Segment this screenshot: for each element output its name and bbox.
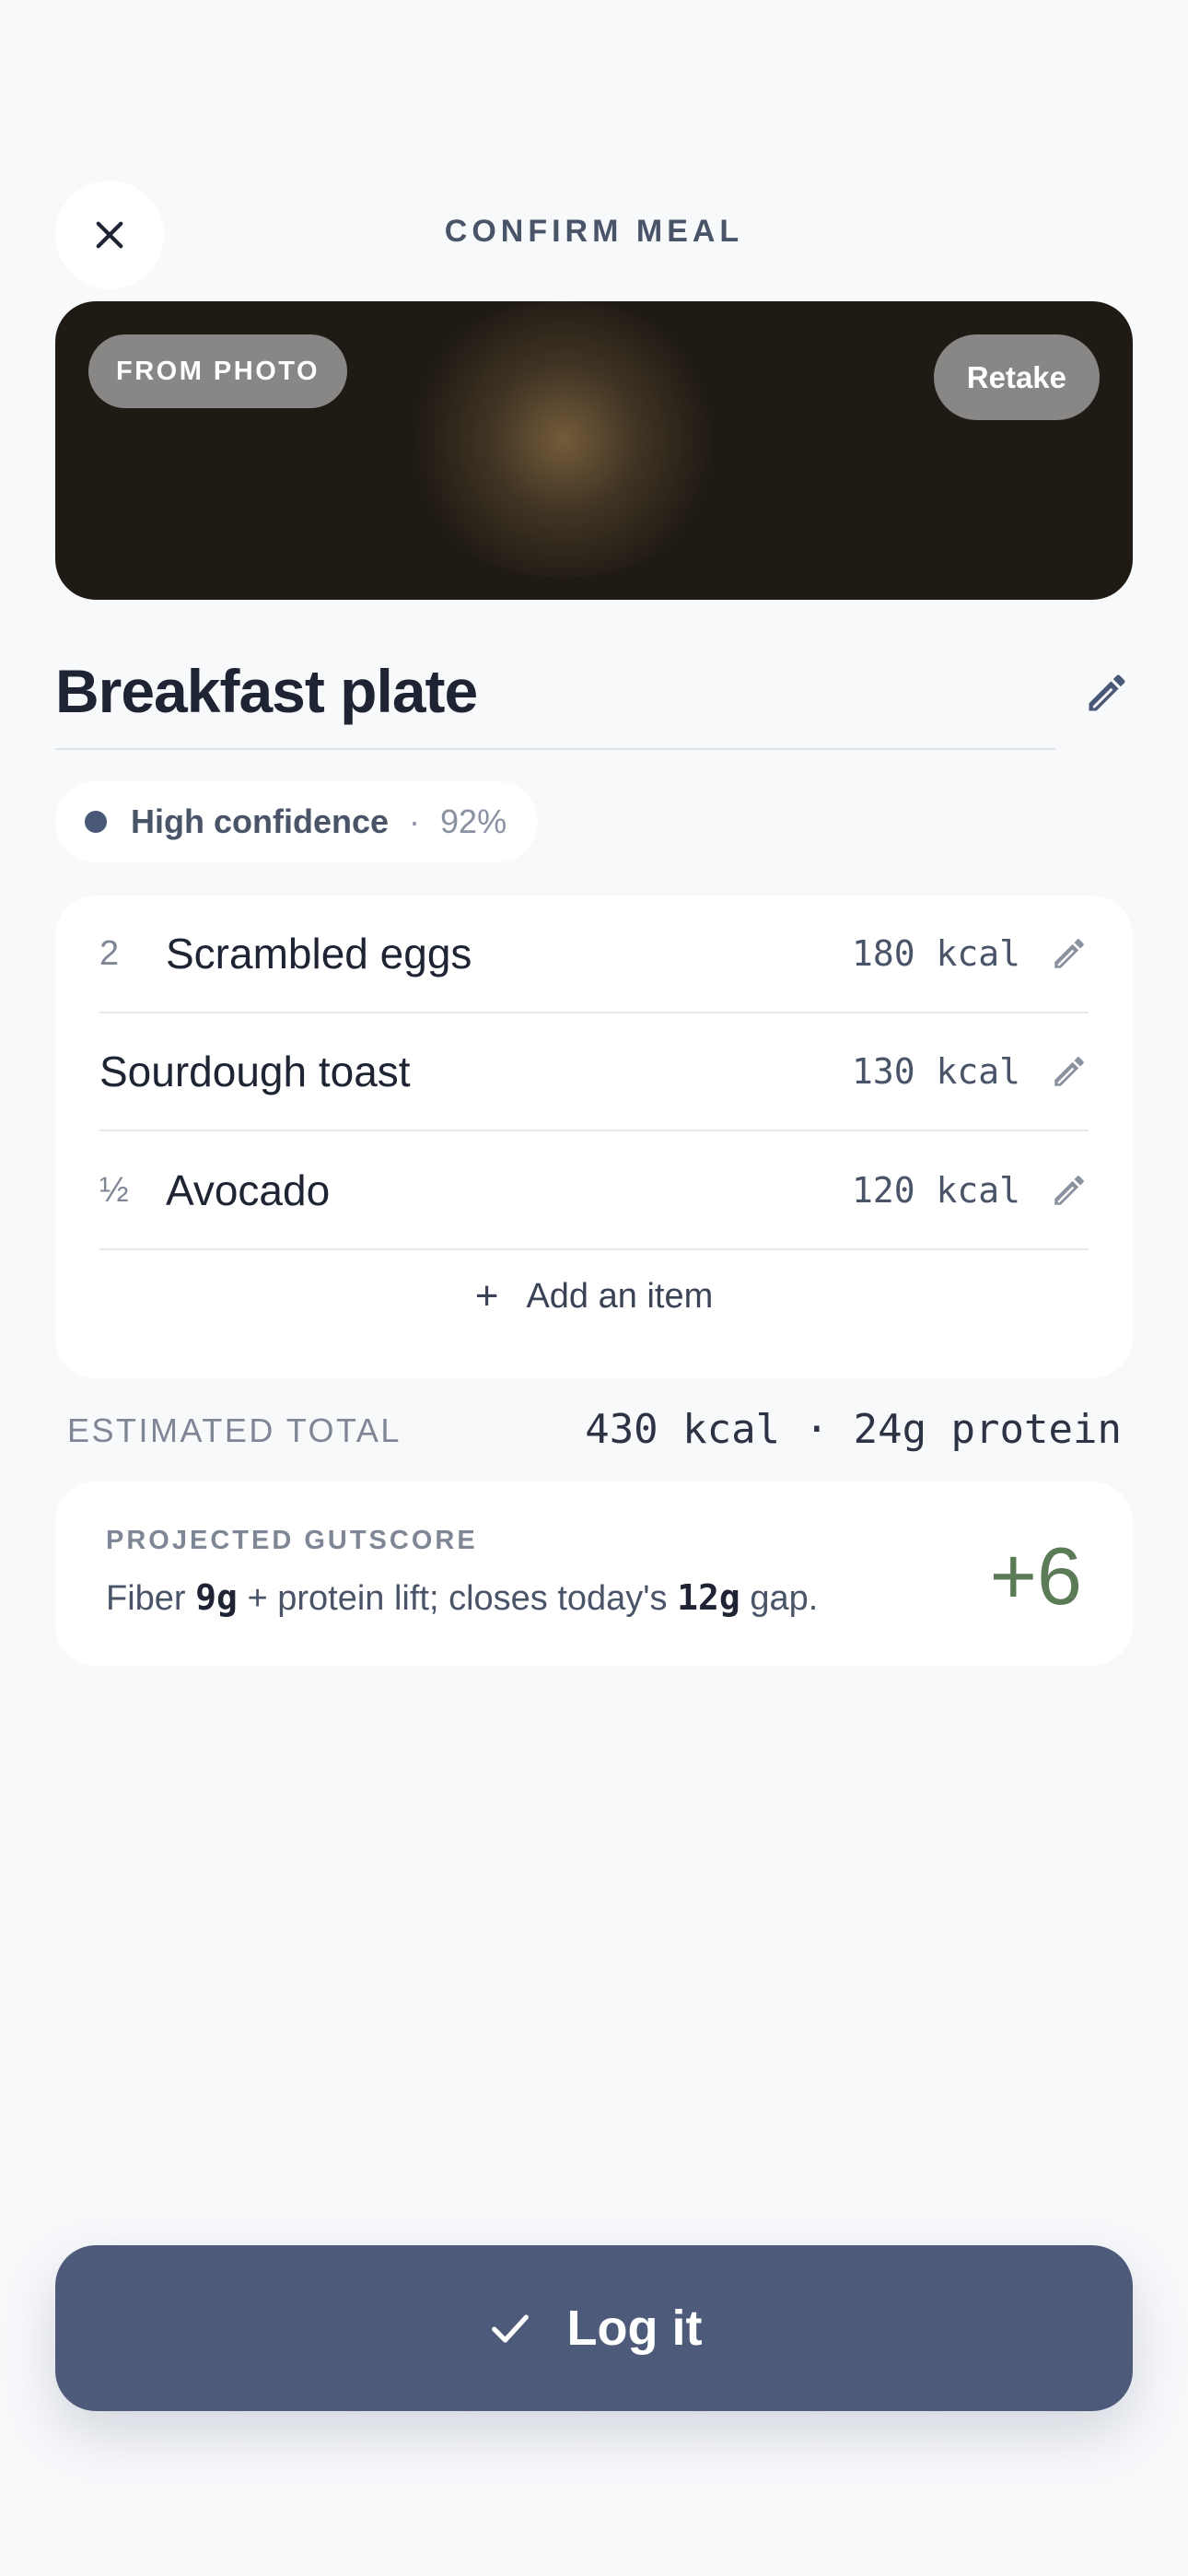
plus-icon: + (474, 1273, 499, 1318)
confidence-badge: High confidence · 92% (55, 781, 539, 862)
retake-button[interactable]: Retake (933, 334, 1100, 420)
pencil-icon[interactable] (1050, 1171, 1089, 1210)
checkmark-icon (491, 2314, 529, 2343)
confidence-percent: 92% (440, 802, 507, 840)
gutscore-value: +6 (989, 1530, 1082, 1622)
add-item-label: Add an item (526, 1276, 714, 1316)
gutscore-desc-text: gap. (740, 1579, 819, 1618)
meal-name-underline (55, 748, 1055, 750)
confidence-separator: · (409, 802, 421, 840)
list-item[interactable]: ½ Avocado 120 kcal (99, 1132, 1089, 1250)
pencil-icon[interactable] (1050, 934, 1089, 973)
meal-name-field[interactable]: Breakfast plate (55, 656, 478, 726)
item-kcal: 120 kcal (851, 1170, 1020, 1211)
list-item[interactable]: 2 Scrambled eggs 180 kcal (99, 896, 1089, 1013)
page-title: CONFIRM MEAL (444, 214, 744, 249)
gutscore-description: Fiber 9g + protein lift; closes today's … (106, 1577, 818, 1619)
item-name: Scrambled eggs (166, 930, 472, 978)
item-name: Avocado (166, 1166, 331, 1214)
item-quantity: ½ (99, 1170, 129, 1210)
pencil-icon[interactable] (1050, 1052, 1089, 1091)
photo-source-badge: FROM PHOTO (88, 334, 348, 408)
estimated-total-value: 430 kcal · 24g protein (585, 1406, 1122, 1453)
item-kcal: 130 kcal (851, 1051, 1020, 1092)
gutscore-desc-text: Fiber (106, 1579, 196, 1618)
photo-content (398, 301, 729, 578)
item-quantity: 2 (99, 933, 120, 973)
items-list: 2 Scrambled eggs 180 kcal Sourdough toas… (55, 896, 1133, 1378)
list-item[interactable]: Sourdough toast 130 kcal (99, 1013, 1089, 1131)
item-name: Sourdough toast (99, 1048, 411, 1095)
add-item-button[interactable]: + Add an item (55, 1250, 1133, 1342)
log-it-label: Log it (566, 2301, 703, 2356)
meal-photo: FROM PHOTO Retake (55, 301, 1133, 600)
confidence-label: High confidence (131, 802, 390, 840)
item-kcal: 180 kcal (851, 933, 1020, 974)
log-it-button[interactable]: Log it (55, 2245, 1133, 2411)
estimated-total-label: ESTIMATED TOTAL (67, 1411, 402, 1449)
gutscore-label: PROJECTED GUTSCORE (106, 1526, 478, 1555)
pencil-icon[interactable] (1083, 669, 1131, 717)
gap-amount: 12g (677, 1577, 740, 1618)
gutscore-desc-text: + protein lift; closes today's (237, 1579, 678, 1618)
gutscore-card: PROJECTED GUTSCORE Fiber 9g + protein li… (55, 1481, 1133, 1666)
fiber-amount: 9g (195, 1577, 238, 1618)
confidence-dot-icon (85, 811, 107, 833)
